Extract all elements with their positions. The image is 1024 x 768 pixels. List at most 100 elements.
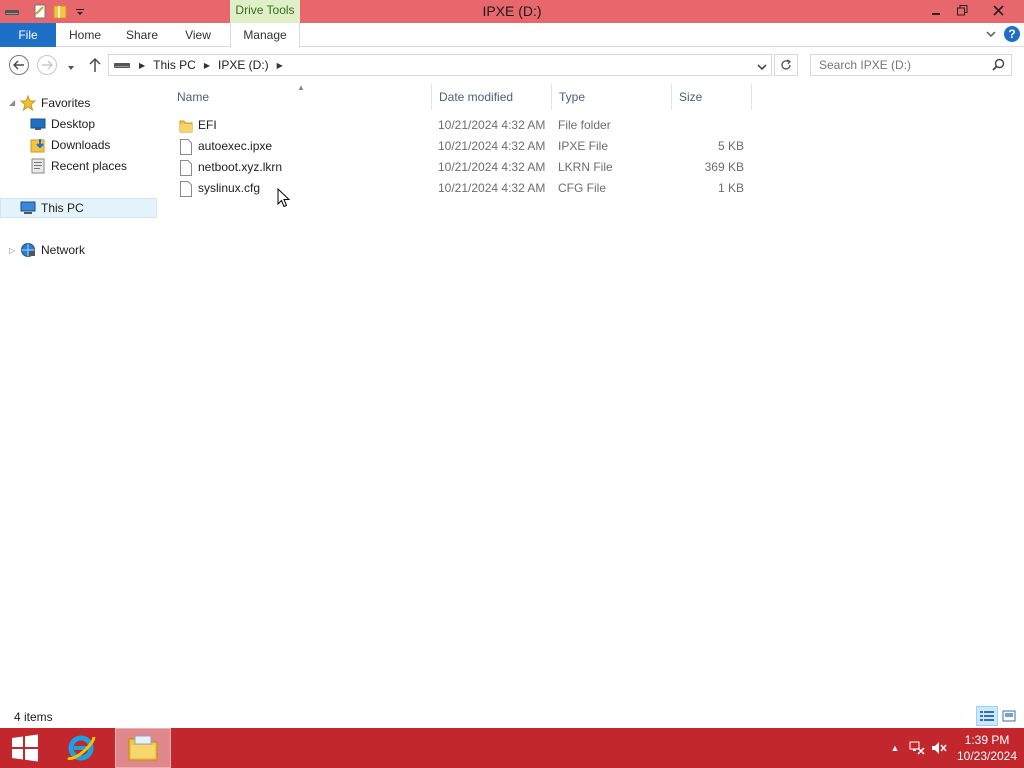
folder-icon xyxy=(179,118,193,134)
navigation-pane: ◢ Favorites Desktop Downloads Recent pla… xyxy=(0,88,160,708)
file-icon xyxy=(179,139,193,155)
forward-button[interactable] xyxy=(37,55,57,75)
show-hidden-icons-icon[interactable]: ▲ xyxy=(884,743,906,753)
refresh-icon xyxy=(781,59,792,70)
file-explorer-icon xyxy=(128,735,158,761)
taskbar-file-explorer[interactable] xyxy=(115,728,171,768)
column-header-type[interactable]: Type xyxy=(552,84,672,110)
address-history-chevron-icon[interactable] xyxy=(757,60,767,74)
refresh-button[interactable] xyxy=(774,54,798,76)
new-folder-icon[interactable] xyxy=(52,4,68,20)
drive-tools-tab-group: Drive Tools xyxy=(230,0,300,23)
file-row-netboot-lkrn[interactable]: netboot.xyz.lkrn 10/21/2024 4:32 AM LKRN… xyxy=(170,157,752,178)
file-name: EFI xyxy=(198,118,217,132)
expand-ribbon-icon[interactable] xyxy=(986,27,996,41)
close-button[interactable] xyxy=(976,0,1020,21)
breadcrumb-ipxe-drive[interactable]: IPXE (D:) xyxy=(218,58,269,72)
file-size: 5 KB xyxy=(717,139,744,153)
search-box[interactable] xyxy=(810,54,1012,76)
recent-places-icon xyxy=(30,158,46,174)
nav-item-desktop[interactable]: Desktop xyxy=(30,114,95,134)
address-bar[interactable]: ▶ This PC ▶ IPXE (D:) ▶ xyxy=(108,54,772,76)
back-arrow-icon xyxy=(13,60,24,70)
navigation-bar: ▶ This PC ▶ IPXE (D:) ▶ xyxy=(0,47,1024,83)
minimize-icon xyxy=(932,12,940,15)
recent-locations-icon[interactable] xyxy=(66,61,76,75)
column-header-size[interactable]: Size xyxy=(672,84,752,110)
title-bar: Drive Tools IPXE (D:) xyxy=(0,0,1024,23)
file-date-modified: 10/21/2024 4:32 AM xyxy=(438,139,546,153)
file-size xyxy=(678,115,744,136)
file-name: autoexec.ipxe xyxy=(198,139,273,153)
start-button[interactable] xyxy=(0,728,50,768)
network-status-icon[interactable] xyxy=(906,741,928,755)
restore-icon xyxy=(956,5,967,16)
back-button[interactable] xyxy=(9,55,29,75)
nav-item-downloads[interactable]: Downloads xyxy=(30,135,110,155)
expand-network-icon[interactable]: ▷ xyxy=(9,246,15,255)
nav-label-recent-places: Recent places xyxy=(51,159,128,173)
file-type: LKRN File xyxy=(558,160,613,174)
tab-share[interactable]: Share xyxy=(116,23,168,47)
file-name: netboot.xyz.lkrn xyxy=(198,160,283,174)
search-input[interactable] xyxy=(811,55,987,75)
chevron-right-icon[interactable]: ▶ xyxy=(277,61,283,70)
large-icons-view-button[interactable] xyxy=(998,706,1020,726)
large-icons-view-icon xyxy=(1002,710,1016,722)
tab-manage[interactable]: Manage xyxy=(230,23,300,48)
clock-date: 10/23/2024 xyxy=(956,749,1018,763)
file-row-autoexec-ipxe[interactable]: autoexec.ipxe 10/21/2024 4:32 AM IPXE Fi… xyxy=(170,136,752,157)
file-icon xyxy=(179,181,193,197)
chevron-right-icon[interactable]: ▶ xyxy=(139,61,145,70)
tab-file[interactable]: File xyxy=(0,23,56,47)
file-size: 369 KB xyxy=(704,160,744,174)
desktop-icon xyxy=(30,116,46,132)
properties-icon[interactable] xyxy=(32,4,48,20)
taskbar: ▲ 1:39 PM 10/23/2024 xyxy=(0,728,1024,768)
nav-item-favorites[interactable]: Favorites xyxy=(20,93,90,113)
file-type: File folder xyxy=(558,118,611,132)
file-date-modified: 10/21/2024 4:32 AM xyxy=(438,118,546,132)
details-view-button[interactable] xyxy=(976,706,998,726)
file-date-modified: 10/21/2024 4:32 AM xyxy=(438,181,546,195)
tab-view[interactable]: View xyxy=(174,23,222,47)
nav-item-recent-places[interactable]: Recent places xyxy=(30,156,127,176)
quick-access-toolbar xyxy=(0,0,88,23)
nav-label-this-pc: This PC xyxy=(41,201,84,215)
help-icon[interactable]: ? xyxy=(1004,26,1020,42)
chevron-right-icon[interactable]: ▶ xyxy=(204,61,210,70)
drive-icon[interactable] xyxy=(4,4,20,20)
system-tray: ▲ 1:39 PM 10/23/2024 xyxy=(884,728,1024,768)
breadcrumb-this-pc[interactable]: This PC xyxy=(153,58,196,72)
customize-qat-icon[interactable] xyxy=(72,4,88,20)
downloads-icon xyxy=(30,137,46,153)
details-view-icon xyxy=(980,711,994,721)
drive-icon xyxy=(113,58,131,73)
taskbar-internet-explorer[interactable] xyxy=(53,728,109,768)
minimize-button[interactable] xyxy=(922,0,950,21)
collapse-favorites-icon[interactable]: ◢ xyxy=(9,98,15,107)
file-row-efi[interactable]: EFI 10/21/2024 4:32 AM File folder xyxy=(170,115,752,136)
up-button[interactable] xyxy=(88,57,102,76)
column-header-date-modified[interactable]: Date modified xyxy=(432,84,552,110)
close-icon xyxy=(992,5,1004,16)
nav-item-this-pc[interactable]: This PC xyxy=(0,198,157,218)
restore-button[interactable] xyxy=(948,0,976,21)
ribbon-tabs: File Home Share View Manage ? xyxy=(0,23,1024,48)
tab-home[interactable]: Home xyxy=(60,23,110,47)
file-type: CFG File xyxy=(558,181,606,195)
nav-label-downloads: Downloads xyxy=(51,138,111,152)
clock-time: 1:39 PM xyxy=(964,733,1010,747)
windows-logo-icon xyxy=(12,734,38,762)
nav-item-network[interactable]: Network xyxy=(20,240,85,260)
column-header-name[interactable]: Name xyxy=(170,84,432,110)
search-icon[interactable] xyxy=(992,58,1005,74)
up-arrow-icon xyxy=(89,57,101,72)
file-row-syslinux-cfg[interactable]: syslinux.cfg 10/21/2024 4:32 AM CFG File… xyxy=(170,178,752,199)
file-name: syslinux.cfg xyxy=(198,181,261,195)
computer-icon xyxy=(20,200,36,216)
system-clock[interactable]: 1:39 PM 10/23/2024 xyxy=(950,732,1024,764)
volume-muted-icon[interactable] xyxy=(928,741,950,755)
column-headers: ▲ Name Date modified Type Size xyxy=(170,83,752,110)
internet-explorer-icon xyxy=(67,735,96,761)
